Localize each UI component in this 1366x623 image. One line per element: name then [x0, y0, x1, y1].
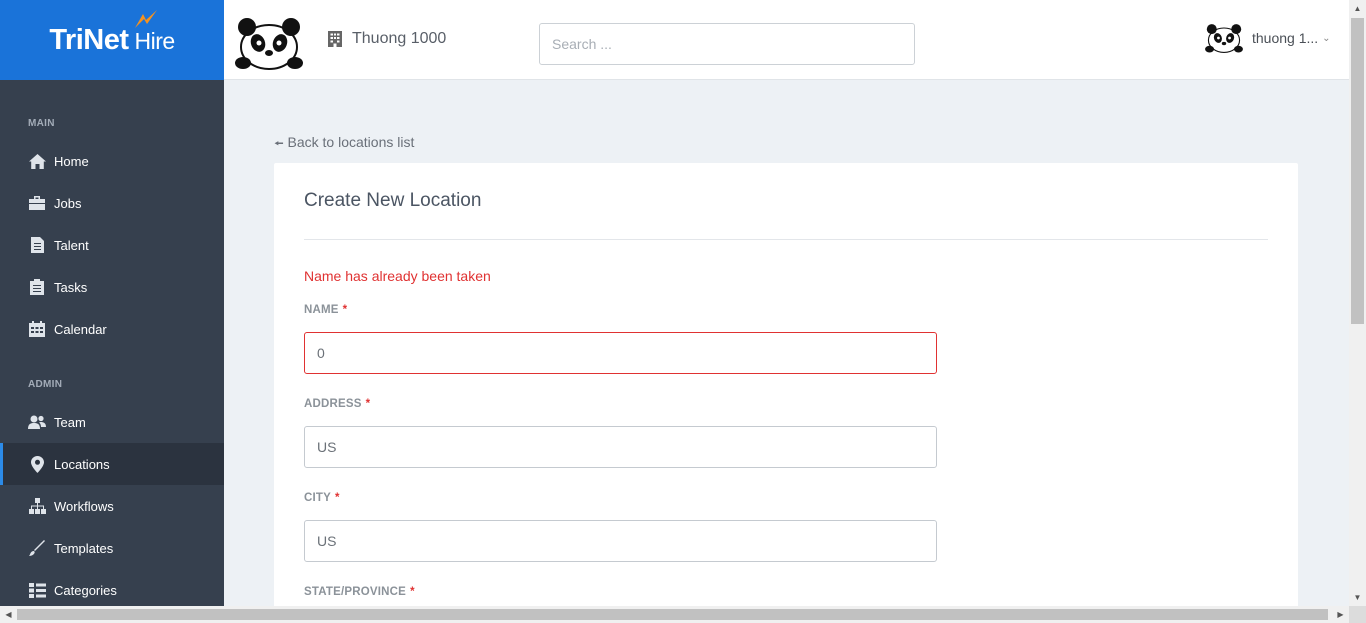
vertical-scrollbar[interactable]: ▲ ▼	[1349, 0, 1366, 606]
required-marker: *	[342, 304, 348, 316]
back-to-locations-link[interactable]: 🠘 Back to locations list	[274, 134, 414, 154]
brush-icon	[28, 539, 46, 557]
name-label-text: NAME	[304, 304, 339, 316]
sidebar-item-label: Locations	[54, 456, 110, 472]
sidebar-item-workflows[interactable]: Workflows	[0, 485, 224, 527]
sidebar-item-label: Workflows	[54, 498, 114, 514]
sidebar-item-label: Talent	[54, 237, 89, 253]
user-menu[interactable]: thuong 1... ⌄	[1204, 22, 1331, 54]
brand-logo-area[interactable]: TriNet Hire	[0, 0, 224, 80]
sidebar-item-label: Team	[54, 414, 86, 430]
sidebar-item-categories[interactable]: Categories	[0, 569, 224, 606]
sidebar-item-label: Jobs	[54, 195, 82, 211]
sidebar-item-label: Templates	[54, 540, 114, 556]
back-link-label: Back to locations list	[287, 134, 415, 150]
scroll-down-arrow-icon[interactable]: ▼	[1349, 589, 1366, 606]
scrollbar-corner	[1349, 606, 1366, 623]
chevron-down-icon: ⌄	[1322, 32, 1331, 44]
address-field[interactable]	[304, 426, 937, 468]
scroll-right-arrow-icon[interactable]: ▶	[1332, 606, 1349, 623]
sidebar-item-home[interactable]: Home	[0, 140, 224, 182]
brand-product: Hire	[134, 27, 176, 54]
name-field-label: NAME *	[304, 304, 347, 316]
scroll-left-arrow-icon[interactable]: ◀	[0, 606, 17, 623]
clipboard-icon	[28, 278, 46, 296]
address-field-label: ADDRESS *	[304, 398, 370, 410]
required-marker: *	[335, 492, 340, 504]
sidebar-section-main: MAIN	[28, 118, 55, 129]
required-marker: *	[410, 586, 415, 598]
team-icon	[28, 413, 46, 431]
address-label-text: ADDRESS	[304, 398, 362, 410]
required-marker: *	[365, 398, 371, 410]
horizontal-scroll-thumb[interactable]	[17, 609, 1328, 620]
calendar-icon	[28, 320, 46, 338]
scroll-up-arrow-icon[interactable]: ▲	[1349, 0, 1366, 17]
sidebar-item-label: Calendar	[54, 321, 107, 337]
sidebar-item-locations[interactable]: Locations	[0, 443, 224, 485]
briefcase-icon	[28, 194, 46, 212]
trinet-hire-logo: TriNet Hire	[49, 9, 176, 57]
location-form-card: Create New Location Name has already bee…	[274, 163, 1298, 623]
top-bar: Thuong 1000 thuong 1... ⌄	[224, 0, 1349, 80]
list-icon	[28, 581, 46, 599]
name-field[interactable]	[304, 332, 937, 374]
company-logo-panda-icon[interactable]	[233, 15, 305, 71]
company-name: Thuong 1000	[352, 30, 447, 47]
sidebar-section-admin: ADMIN	[28, 379, 63, 390]
vertical-scroll-thumb[interactable]	[1351, 18, 1364, 324]
user-avatar-panda-icon	[1205, 24, 1243, 54]
sidebar-item-jobs[interactable]: Jobs	[0, 182, 224, 224]
sidebar-item-label: Tasks	[54, 279, 88, 295]
company-switcher[interactable]: Thuong 1000	[328, 30, 446, 48]
sidebar: MAIN Home Jobs Talent Tasks Calendar ADM…	[0, 80, 224, 606]
user-name: thuong 1...	[1252, 30, 1319, 46]
form-error-message: Name has already been taken	[304, 268, 491, 284]
brand-name: TriNet	[49, 23, 129, 56]
sidebar-item-team[interactable]: Team	[0, 401, 224, 443]
sidebar-item-calendar[interactable]: Calendar	[0, 308, 224, 350]
horizontal-scrollbar[interactable]: ◀ ▶	[0, 606, 1349, 623]
city-field[interactable]	[304, 520, 937, 562]
city-field-label: CITY *	[304, 492, 340, 504]
sitemap-icon	[28, 497, 46, 515]
sidebar-item-templates[interactable]: Templates	[0, 527, 224, 569]
sidebar-item-tasks[interactable]: Tasks	[0, 266, 224, 308]
state-province-field-label: STATE/PROVINCE *	[304, 586, 415, 598]
arrow-left-icon: 🠘	[274, 138, 284, 150]
home-icon	[28, 152, 46, 170]
city-label-text: CITY	[304, 492, 331, 504]
sidebar-item-talent[interactable]: Talent	[0, 224, 224, 266]
sidebar-item-label: Categories	[54, 582, 117, 598]
building-icon	[328, 31, 342, 47]
search-input[interactable]	[539, 23, 915, 65]
divider	[304, 239, 1268, 240]
logo-mark-icon	[135, 9, 158, 28]
document-icon	[28, 236, 46, 254]
map-pin-icon	[28, 455, 46, 473]
page-title: Create New Location	[304, 190, 482, 211]
state-province-label-text: STATE/PROVINCE	[304, 586, 407, 598]
sidebar-item-label: Home	[54, 153, 89, 169]
